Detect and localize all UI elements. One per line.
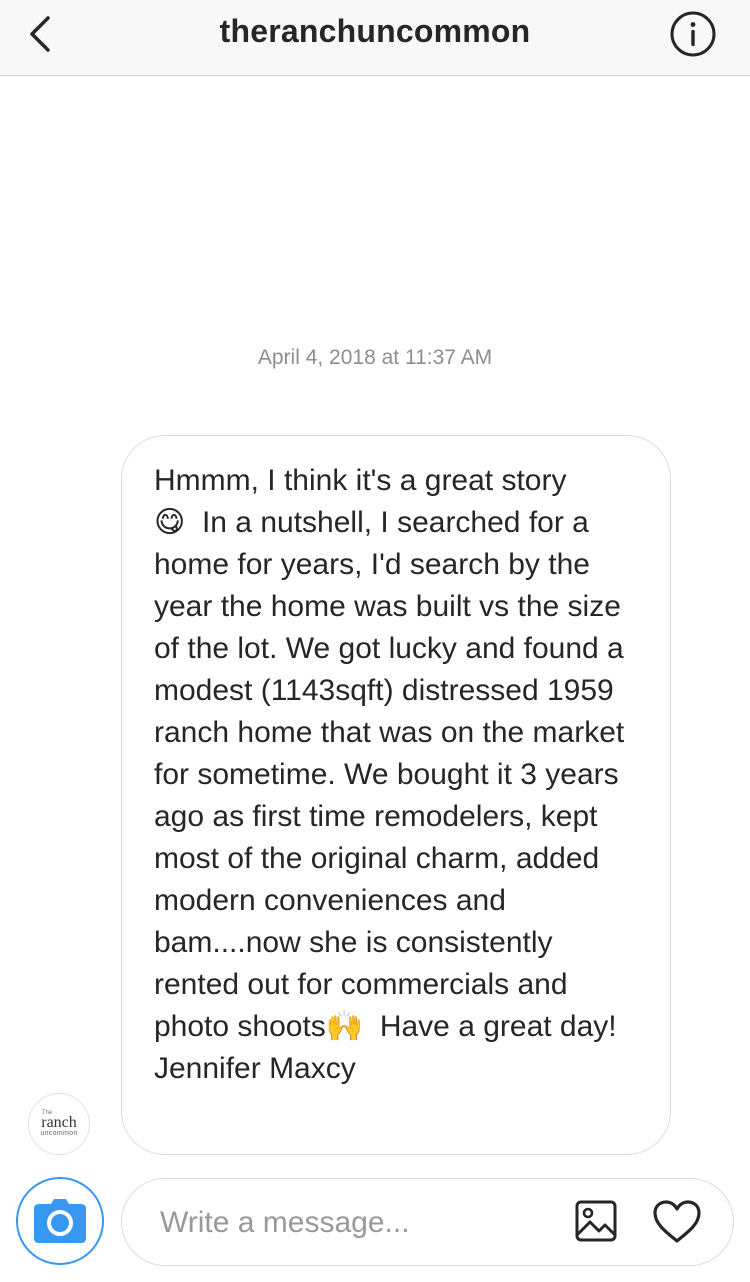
message-timestamp: April 4, 2018 at 11:37 AM xyxy=(257,346,493,369)
message-composer xyxy=(121,1178,734,1266)
avatar-logo-text: uncommon xyxy=(40,1130,78,1137)
camera-icon xyxy=(34,1199,86,1243)
image-gallery-icon xyxy=(575,1200,617,1242)
conversation-title[interactable]: theranchuncommon xyxy=(0,13,750,50)
message-input[interactable] xyxy=(158,1199,552,1247)
top-nav-bar: theranchuncommon xyxy=(0,0,750,76)
yum-face-emoji: 😋 xyxy=(154,506,186,539)
info-circle-icon xyxy=(670,11,716,57)
heart-icon xyxy=(653,1200,701,1243)
gallery-button[interactable] xyxy=(574,1199,622,1247)
raising-hands-emoji: 🙌 xyxy=(325,1010,364,1043)
message-text: Hmmm, I think it's a great story 😋 In a … xyxy=(154,460,640,1090)
sender-avatar[interactable]: The ranch uncommon xyxy=(28,1093,90,1155)
avatar-logo-text: ranch xyxy=(41,1114,77,1131)
message-text-part: In a nutshell, I searched for a home for… xyxy=(154,506,633,1043)
message-bubble[interactable]: Hmmm, I think it's a great story 😋 In a … xyxy=(121,435,671,1155)
message-text-part: Hmmm, I think it's a great story xyxy=(154,464,567,497)
camera-button[interactable] xyxy=(16,1177,104,1265)
like-button[interactable] xyxy=(652,1199,704,1247)
info-button[interactable] xyxy=(669,10,717,58)
